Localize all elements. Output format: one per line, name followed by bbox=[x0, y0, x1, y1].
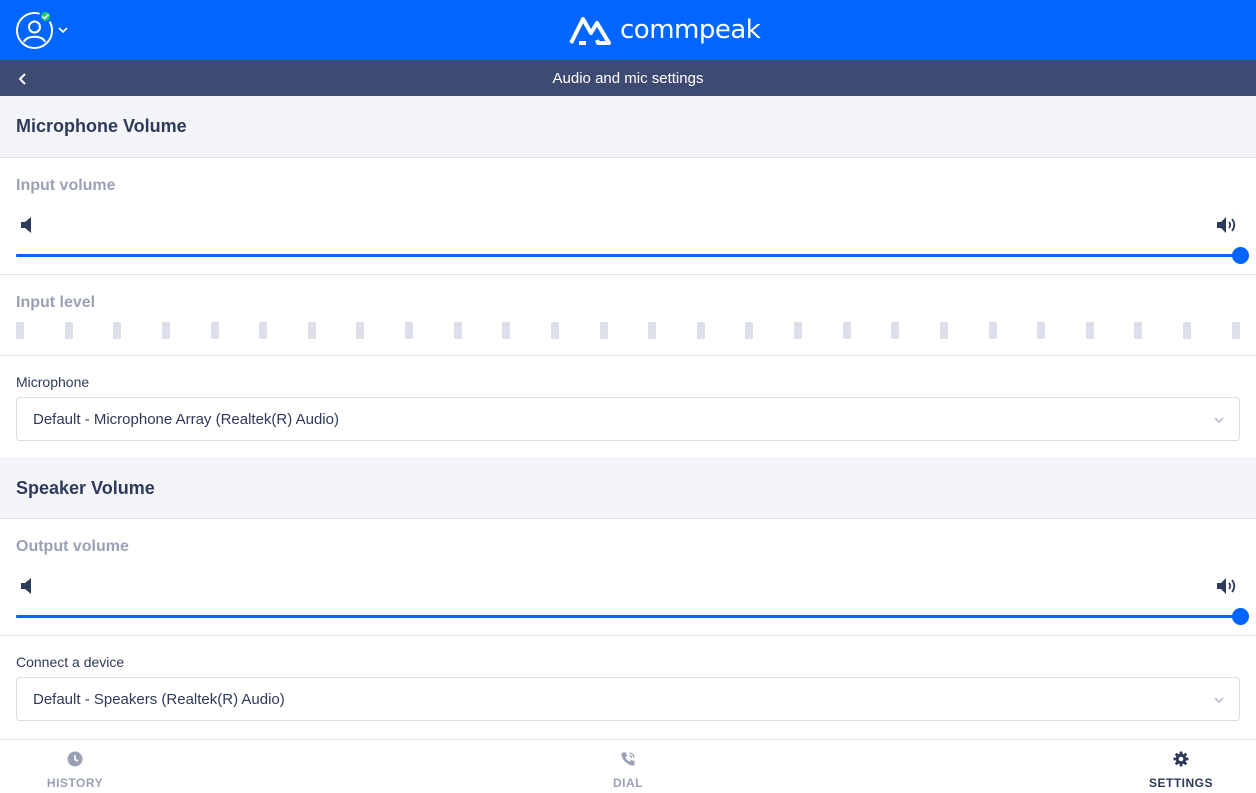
input-volume-slider[interactable] bbox=[16, 247, 1249, 264]
input-level-bar bbox=[794, 322, 802, 339]
nav-history-label: HISTORY bbox=[46, 776, 104, 790]
input-level-label: Input level bbox=[16, 294, 96, 311]
input-level-bar bbox=[939, 322, 948, 339]
status-online-icon bbox=[39, 10, 52, 23]
input-level-bar bbox=[648, 322, 657, 339]
nav-settings[interactable]: SETTINGS bbox=[1131, 740, 1231, 793]
phone-icon bbox=[621, 752, 635, 766]
output-volume-handle[interactable] bbox=[1232, 608, 1249, 625]
input-level-bar bbox=[356, 322, 365, 339]
input-level-bar bbox=[745, 322, 754, 339]
brand-logo: commpeak bbox=[568, 12, 761, 48]
chevron-down-icon bbox=[1214, 697, 1224, 704]
input-level-bar bbox=[696, 322, 705, 339]
speaker-low-icon[interactable] bbox=[16, 214, 38, 236]
microphone-select-value: Default - Microphone Array (Realtek(R) A… bbox=[33, 411, 339, 428]
nav-settings-label: SETTINGS bbox=[1148, 776, 1213, 790]
input-level-bar bbox=[1037, 322, 1046, 339]
sub-header: Audio and mic settings bbox=[0, 60, 1256, 96]
nav-dial-label: DIAL bbox=[613, 776, 643, 790]
input-level-bar bbox=[1134, 322, 1143, 339]
microphone-section-header: Microphone Volume bbox=[0, 96, 1256, 158]
input-level-bar bbox=[161, 322, 170, 339]
speaker-high-icon[interactable] bbox=[1216, 575, 1238, 597]
input-level-bar bbox=[113, 322, 122, 339]
input-level-bar bbox=[599, 322, 608, 339]
input-level-bar bbox=[842, 322, 851, 339]
input-level-meter bbox=[16, 322, 1240, 339]
input-volume-handle[interactable] bbox=[1232, 247, 1249, 264]
input-level-bar bbox=[891, 322, 900, 339]
microphone-section-title: Microphone Volume bbox=[16, 116, 187, 136]
speaker-section-title: Speaker Volume bbox=[16, 478, 155, 498]
output-volume-slider[interactable] bbox=[16, 608, 1249, 625]
nav-dial[interactable]: DIAL bbox=[578, 740, 678, 793]
input-volume-label: Input volume bbox=[16, 177, 116, 194]
input-level-bar bbox=[210, 322, 219, 339]
speaker-high-icon[interactable] bbox=[1216, 214, 1238, 236]
chevron-down-icon[interactable] bbox=[57, 23, 69, 35]
top-bar: commpeak bbox=[0, 0, 1256, 60]
input-level-bar bbox=[550, 322, 559, 339]
input-level-bar bbox=[502, 322, 511, 339]
input-level-bar bbox=[307, 322, 316, 339]
speaker-select[interactable]: Default - Speakers (Realtek(R) Audio) bbox=[16, 677, 1240, 721]
page-title: Audio and mic settings bbox=[552, 70, 704, 87]
input-level-bar bbox=[16, 322, 24, 339]
output-volume-fill bbox=[16, 615, 1240, 618]
input-volume-fill bbox=[16, 254, 1240, 257]
input-level-bar bbox=[64, 322, 73, 339]
output-volume-label: Output volume bbox=[16, 538, 129, 555]
speaker-section-header: Speaker Volume bbox=[0, 457, 1256, 519]
microphone-select[interactable]: Default - Microphone Array (Realtek(R) A… bbox=[16, 397, 1240, 441]
divider bbox=[0, 274, 1256, 275]
chevron-down-icon bbox=[1214, 417, 1224, 424]
brand-name: commpeak bbox=[620, 15, 761, 45]
connect-device-label: Connect a device bbox=[16, 654, 125, 670]
microphone-label: Microphone bbox=[16, 374, 90, 390]
input-level-bar bbox=[453, 322, 462, 339]
divider bbox=[0, 355, 1256, 356]
input-level-bar bbox=[259, 322, 268, 339]
bottom-nav: HISTORY DIAL SETTINGS bbox=[0, 739, 1256, 793]
nav-history[interactable]: HISTORY bbox=[25, 740, 125, 793]
input-level-bar bbox=[988, 322, 997, 339]
input-level-bar bbox=[1085, 322, 1094, 339]
divider bbox=[0, 635, 1256, 636]
input-level-bar bbox=[1183, 322, 1191, 339]
speaker-low-icon[interactable] bbox=[16, 575, 38, 597]
input-level-bar bbox=[405, 322, 413, 339]
input-level-bar bbox=[1231, 322, 1240, 339]
clock-icon bbox=[67, 751, 83, 767]
commpeak-logo-icon bbox=[569, 17, 611, 45]
gear-icon bbox=[1173, 751, 1189, 767]
speaker-select-value: Default - Speakers (Realtek(R) Audio) bbox=[33, 691, 285, 708]
